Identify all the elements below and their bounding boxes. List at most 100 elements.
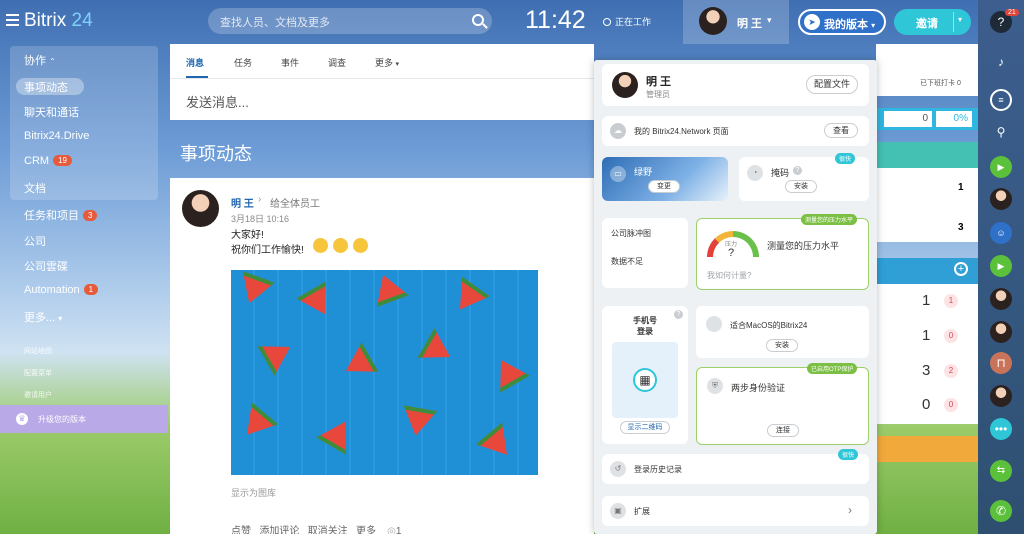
emoji-icon bbox=[333, 238, 348, 253]
phone-icon[interactable]: ✆ bbox=[990, 500, 1012, 522]
mask-label: 掩码 bbox=[771, 168, 790, 178]
avatar bbox=[699, 7, 727, 35]
work-status[interactable]: 正在工作 bbox=[603, 15, 651, 28]
bell-icon[interactable]: ♪ bbox=[990, 51, 1012, 73]
post-recipient[interactable]: 给全体员工 bbox=[270, 195, 320, 210]
divider bbox=[953, 12, 954, 32]
post-date[interactable]: 3月18日 10:16 bbox=[231, 212, 289, 225]
count-badge: 1 bbox=[83, 284, 99, 295]
contact-avatar[interactable] bbox=[990, 188, 1012, 210]
sidebar-item-crm[interactable]: CRM 19 bbox=[24, 155, 72, 167]
task-badge: 0 bbox=[944, 398, 958, 412]
pulse-card[interactable]: 公司脉冲图 数据不足 bbox=[602, 218, 688, 288]
menu-icon[interactable] bbox=[6, 14, 19, 26]
search-icon[interactable] bbox=[472, 14, 484, 26]
show-qr-button[interactable]: 显示二维码 bbox=[620, 421, 670, 434]
sidebar-item-chat[interactable]: 聊天和通话 bbox=[24, 104, 79, 120]
my-version-button[interactable]: ➤ 我的版本 ▾ bbox=[798, 9, 886, 35]
configure-profile-button[interactable]: 配置文件 bbox=[806, 75, 858, 94]
tab-event[interactable]: 事件 bbox=[281, 56, 299, 69]
mobile-login-card[interactable]: ? 手机号 登录 ▦ 显示二维码 bbox=[602, 306, 688, 444]
invite-users-link[interactable]: 邀请用户 bbox=[24, 390, 52, 400]
profile-card[interactable]: 明 王 管理员 配置文件 bbox=[602, 64, 869, 106]
more-chats-icon[interactable]: ••• bbox=[990, 418, 1012, 440]
add-icon[interactable]: + bbox=[954, 262, 968, 276]
apple-icon bbox=[706, 316, 722, 332]
sidebar-group-label[interactable]: 协作 ⌃ bbox=[24, 52, 56, 68]
mobile-login-label: 手机号 登录 bbox=[633, 316, 657, 336]
unfollow-button[interactable]: 取消关注 bbox=[308, 526, 348, 534]
avatar[interactable] bbox=[182, 190, 219, 227]
user-menu[interactable]: 明 王 ▾ bbox=[683, 0, 789, 44]
sidebar-item-more[interactable]: 更多... ▾ bbox=[24, 309, 62, 325]
percent-field: 0% bbox=[936, 111, 972, 127]
tab-poll[interactable]: 调查 bbox=[328, 56, 346, 69]
sidebar-item-tasks[interactable]: 任务和项目 3 bbox=[24, 207, 98, 223]
sidebar-item-feed[interactable]: 事项动态 bbox=[24, 79, 68, 95]
cloud-icon: ☁ bbox=[610, 123, 626, 139]
lock-icon[interactable]: ⊓ bbox=[990, 352, 1012, 374]
message-input[interactable]: 发送消息... bbox=[170, 78, 594, 120]
sidebar-item-company-drive[interactable]: 公司雲碟 bbox=[24, 258, 68, 274]
tasks-widget-header: + bbox=[876, 258, 978, 284]
contact-avatar[interactable] bbox=[990, 385, 1012, 407]
comment-button[interactable]: 添加评论 bbox=[259, 526, 299, 534]
contact-avatar[interactable] bbox=[990, 288, 1012, 310]
post-image[interactable] bbox=[231, 270, 538, 475]
sidebar-item-drive[interactable]: Bitrix24.Drive bbox=[24, 130, 89, 142]
more-button[interactable]: 更多 bbox=[356, 526, 376, 534]
upgrade-button[interactable]: ♛ 升级您的版本 bbox=[0, 405, 168, 433]
sidebar-item-docs[interactable]: 文档 bbox=[24, 180, 46, 196]
emoji-icon bbox=[313, 238, 328, 253]
two-factor-card[interactable]: 已启用OTP保护 ⛨ 两步身份验证 连接 bbox=[696, 363, 869, 445]
chevron-down-icon[interactable]: ▾ bbox=[958, 15, 962, 24]
stress-card[interactable]: 测量您的压力水平 压力 ? 测量您的压力水平 我如何计量? bbox=[696, 214, 869, 290]
shield-icon: ⛨ bbox=[707, 378, 723, 394]
sidebar-item-company[interactable]: 公司 bbox=[24, 233, 46, 249]
group-chat-icon[interactable]: ☺ bbox=[990, 222, 1012, 244]
video-call-icon[interactable]: ▶ bbox=[990, 156, 1012, 178]
stat-value: 1 bbox=[958, 182, 964, 193]
tab-more[interactable]: 更多 ▾ bbox=[375, 56, 399, 69]
view-button[interactable]: 查看 bbox=[824, 123, 858, 138]
macos-label: 适合MacOS的Bitrix24 bbox=[730, 321, 808, 330]
tab-message[interactable]: 消息 bbox=[186, 56, 204, 69]
invite-button[interactable]: 邀请 ▾ bbox=[894, 9, 971, 35]
logo[interactable]: Bitrix 24 bbox=[24, 10, 93, 32]
chat-icon[interactable]: ≡ bbox=[990, 89, 1012, 111]
mask-card[interactable]: 很快 ◔ 掩码 ? 安装 bbox=[739, 153, 869, 201]
profile-role: 管理员 bbox=[646, 90, 670, 99]
install-mask-button[interactable]: 安装 bbox=[785, 180, 817, 193]
video-call-icon[interactable]: ▶ bbox=[990, 255, 1012, 277]
extensions-label: 扩展 bbox=[634, 507, 650, 516]
sidebar-item-automation[interactable]: Automation 1 bbox=[24, 284, 99, 296]
task-count[interactable]: 1 bbox=[922, 327, 930, 344]
search-input[interactable]: 查找人员、文档及更多 bbox=[208, 8, 492, 34]
install-macos-button[interactable]: 安装 bbox=[766, 339, 798, 352]
task-count[interactable]: 1 bbox=[922, 292, 930, 309]
task-count[interactable]: 3 bbox=[922, 362, 930, 379]
extensions-card[interactable]: ▣ 扩展 › bbox=[602, 496, 869, 526]
show-as-gallery-link[interactable]: 显示为图库 bbox=[231, 486, 276, 499]
task-badge: 2 bbox=[944, 364, 958, 378]
task-count[interactable]: 0 bbox=[922, 396, 930, 413]
search-icon[interactable]: ⚲ bbox=[990, 121, 1012, 143]
how-measured-link[interactable]: 我如何计量? bbox=[707, 270, 751, 281]
soon-badge: 很快 bbox=[838, 449, 859, 460]
tab-task[interactable]: 任务 bbox=[234, 56, 252, 69]
composer-tabs: 消息 任务 事件 调查 更多 ▾ bbox=[170, 44, 594, 78]
network-card[interactable]: ☁ 我的 Bitrix24.Network 页面 查看 bbox=[602, 116, 869, 146]
connect-button[interactable]: 连接 bbox=[767, 424, 799, 437]
login-history-card[interactable]: 很快 ↺ 登录历史记录 bbox=[602, 449, 869, 484]
theme-card[interactable]: ▭ 绿野 变更 bbox=[602, 157, 728, 201]
like-button[interactable]: 点赞 bbox=[231, 526, 251, 534]
clock[interactable]: 11:42 bbox=[525, 6, 586, 35]
sitemap-link[interactable]: 网站地图 bbox=[24, 346, 52, 356]
help-icon[interactable]: ? bbox=[793, 166, 802, 175]
macos-card[interactable]: 适合MacOS的Bitrix24 安装 bbox=[696, 306, 869, 358]
post-author[interactable]: 明 王 bbox=[231, 195, 254, 210]
configure-menu-link[interactable]: 配置菜单 bbox=[24, 368, 52, 378]
contact-avatar[interactable] bbox=[990, 321, 1012, 343]
transfer-icon[interactable]: ⇆ bbox=[990, 460, 1012, 482]
change-theme-button[interactable]: 变更 bbox=[648, 180, 680, 193]
